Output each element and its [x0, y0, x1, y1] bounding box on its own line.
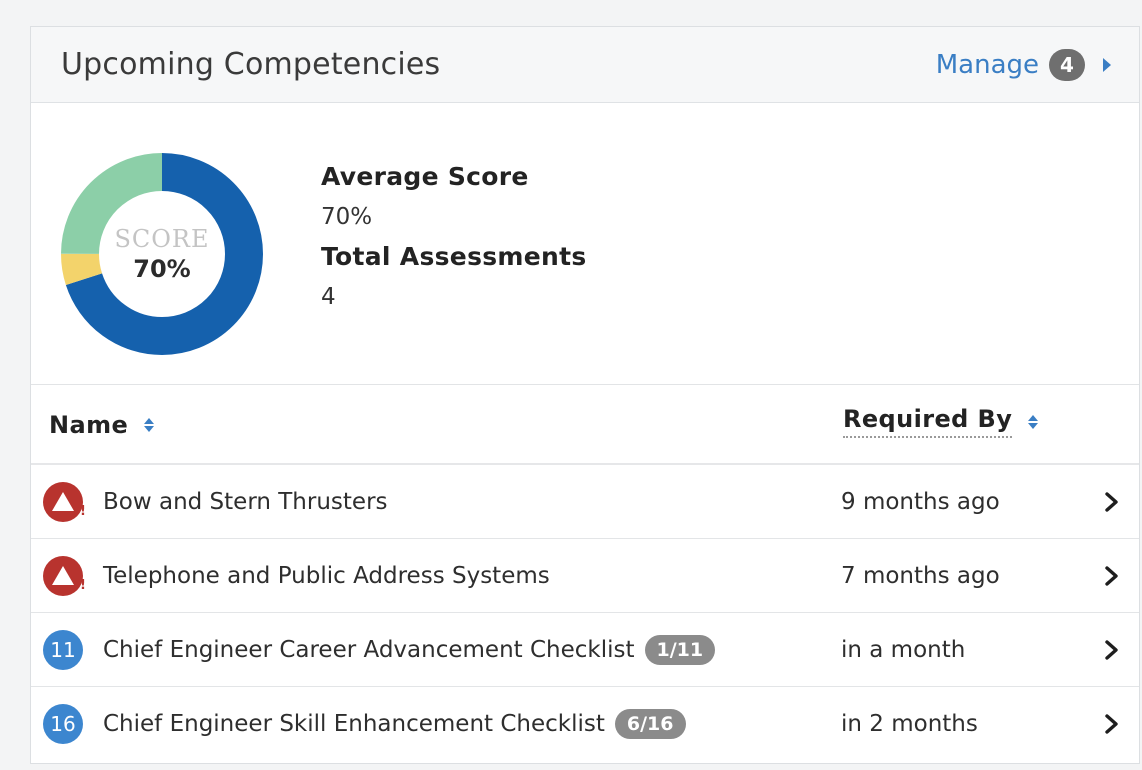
name-column-header[interactable]: Name [49, 411, 155, 439]
required-by-column-header[interactable]: Required By [843, 405, 1039, 438]
row-required-by: 7 months ago [841, 563, 1000, 589]
table-row[interactable]: ! Telephone and Public Address Systems 7… [31, 539, 1139, 613]
row-name: Bow and Stern Thrusters [103, 465, 388, 539]
upcoming-competencies-panel: Upcoming Competencies Manage 4 SCORE 70%… [30, 26, 1140, 764]
row-name: Telephone and Public Address Systems [103, 539, 550, 613]
average-score-label: Average Score [321, 162, 529, 191]
donut-center: SCORE 70% [61, 153, 263, 355]
item-count-badge: 11 [43, 630, 83, 670]
panel-title: Upcoming Competencies [61, 47, 441, 82]
progress-badge: 1/11 [644, 635, 716, 665]
chevron-right-icon[interactable] [1101, 713, 1123, 735]
donut-value: 70% [133, 255, 191, 283]
sort-icon [1028, 414, 1039, 429]
score-stats: Average Score 70% Total Assessments 4 [321, 157, 587, 317]
sort-icon [144, 418, 155, 432]
total-assessments-label: Total Assessments [321, 242, 587, 271]
competency-name: Chief Engineer Skill Enhancement Checkli… [103, 711, 605, 737]
table-row[interactable]: ! Bow and Stern Thrusters 9 months ago [31, 465, 1139, 539]
chevron-right-icon[interactable] [1101, 565, 1123, 587]
table-row[interactable]: 11 Chief Engineer Career Advancement Che… [31, 613, 1139, 687]
row-name: Chief Engineer Skill Enhancement Checkli… [103, 687, 686, 761]
chevron-right-icon[interactable] [1101, 639, 1123, 661]
panel-header: Upcoming Competencies Manage 4 [31, 27, 1139, 103]
competency-list: ! Bow and Stern Thrusters 9 months ago !… [31, 465, 1139, 761]
chevron-right-icon[interactable] [1101, 491, 1123, 513]
name-header-label: Name [49, 411, 129, 439]
row-name: Chief Engineer Career Advancement Checkl… [103, 613, 716, 687]
row-required-by: 9 months ago [841, 489, 1000, 515]
item-count-badge: 16 [43, 704, 83, 744]
competency-name: Chief Engineer Career Advancement Checkl… [103, 637, 635, 663]
table-row[interactable]: 16 Chief Engineer Skill Enhancement Chec… [31, 687, 1139, 761]
competency-name: Bow and Stern Thrusters [103, 489, 388, 515]
donut-label: SCORE [114, 225, 210, 253]
caret-right-icon [1103, 57, 1111, 72]
manage-label: Manage [935, 49, 1039, 80]
manage-link[interactable]: Manage 4 [935, 48, 1111, 81]
competency-name: Telephone and Public Address Systems [103, 563, 550, 589]
table-header: Name Required By [31, 385, 1139, 465]
total-assessments-value: 4 [321, 284, 336, 310]
score-summary: SCORE 70% Average Score 70% Total Assess… [31, 103, 1139, 385]
average-score-value: 70% [321, 204, 373, 230]
warning-icon: ! [43, 556, 86, 596]
manage-count-badge: 4 [1049, 48, 1085, 81]
progress-badge: 6/16 [614, 709, 686, 739]
row-required-by: in a month [841, 637, 966, 663]
warning-icon: ! [43, 482, 86, 522]
required-by-header-label: Required By [843, 405, 1013, 438]
row-required-by: in 2 months [841, 711, 978, 737]
